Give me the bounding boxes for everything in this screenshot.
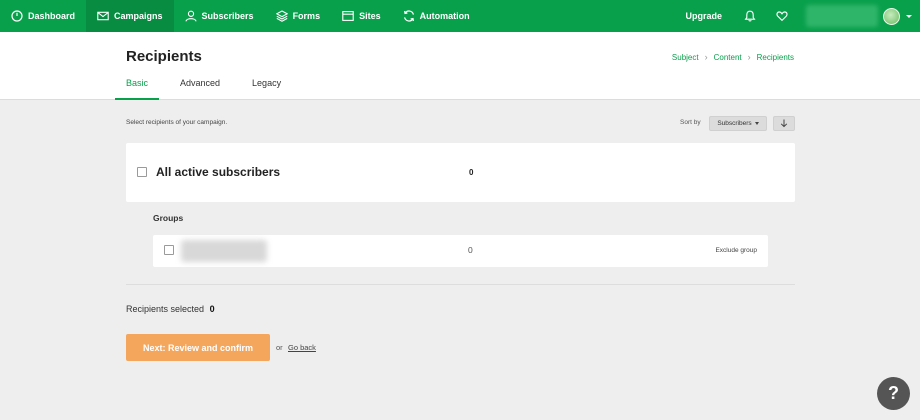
nav-campaigns-label: Campaigns — [114, 11, 163, 21]
bell-icon — [744, 10, 756, 22]
breadcrumb-recipients[interactable]: Recipients — [757, 53, 794, 62]
sort-direction-button[interactable] — [773, 116, 795, 131]
layers-icon — [275, 10, 288, 22]
top-nav: Dashboard Campaigns Subscribers Forms Si… — [0, 0, 920, 32]
group-checkbox[interactable] — [164, 245, 174, 255]
nav-dashboard[interactable]: Dashboard — [0, 0, 86, 32]
sort-label: Sort by — [680, 119, 701, 126]
breadcrumb-subject[interactable]: Subject — [672, 53, 699, 62]
user-icon — [184, 10, 197, 22]
all-subscribers-checkbox[interactable] — [137, 167, 147, 177]
tab-legacy[interactable]: Legacy — [252, 76, 281, 100]
group-row: 0 Exclude group — [153, 235, 768, 267]
chevron-down-icon — [906, 14, 912, 18]
help-button[interactable]: ? — [877, 377, 910, 410]
page-header: Recipients Subject › Content › Recipient… — [0, 32, 920, 100]
notifications-button[interactable] — [734, 0, 766, 32]
nav-right: Upgrade — [673, 0, 920, 32]
nav-forms[interactable]: Forms — [265, 0, 332, 32]
nav-subscribers-label: Subscribers — [201, 11, 254, 21]
avatar — [883, 7, 900, 25]
caret-down-icon — [754, 122, 759, 125]
recipients-selected: Recipients selected 0 — [126, 304, 215, 314]
divider — [126, 284, 795, 285]
nav-subscribers[interactable]: Subscribers — [174, 0, 265, 32]
nav-sites-label: Sites — [359, 11, 381, 21]
favorites-button[interactable] — [766, 0, 798, 32]
recipients-selected-label: Recipients selected — [126, 304, 205, 314]
arrow-down-icon — [780, 119, 788, 128]
group-name-redacted — [181, 240, 267, 262]
description-text: Select recipients of your campaign. — [126, 119, 228, 126]
chevron-right-icon: › — [704, 52, 708, 62]
tab-basic[interactable]: Basic — [114, 76, 160, 100]
recipients-selected-count: 0 — [209, 304, 215, 314]
group-count: 0 — [468, 245, 473, 255]
next-review-button[interactable]: Next: Review and confirm — [126, 334, 270, 361]
all-subscribers-label: All active subscribers — [156, 165, 281, 179]
exclude-group-link[interactable]: Exclude group — [715, 247, 757, 254]
chevron-right-icon: › — [747, 52, 751, 62]
tab-bar: Basic Advanced Legacy — [114, 76, 313, 100]
sort-dropdown[interactable]: Subscribers — [709, 116, 767, 131]
account-menu[interactable] — [802, 0, 920, 32]
nav-dashboard-label: Dashboard — [28, 11, 76, 21]
or-text: or — [276, 343, 283, 352]
upgrade-link[interactable]: Upgrade — [673, 11, 734, 21]
help-icon: ? — [888, 383, 899, 403]
browser-icon — [342, 11, 354, 21]
sort-value: Subscribers — [717, 120, 752, 127]
groups-heading: Groups — [153, 213, 184, 223]
mail-icon — [97, 11, 109, 21]
heart-icon — [776, 11, 788, 22]
tab-advanced[interactable]: Advanced — [180, 76, 220, 100]
breadcrumb-content[interactable]: Content — [714, 53, 742, 62]
all-subscribers-count: 0 — [469, 168, 474, 177]
dashboard-icon — [11, 10, 23, 22]
nav-sites[interactable]: Sites — [331, 0, 392, 32]
nav-automation[interactable]: Automation — [392, 0, 481, 32]
account-name-redacted — [806, 5, 878, 27]
go-back-link[interactable]: Go back — [288, 343, 316, 352]
page-title: Recipients — [126, 48, 202, 65]
nav-campaigns[interactable]: Campaigns — [86, 0, 174, 32]
sync-icon — [403, 10, 414, 22]
nav-forms-label: Forms — [292, 11, 321, 21]
nav-automation-label: Automation — [419, 11, 470, 21]
breadcrumb: Subject › Content › Recipients — [672, 52, 794, 62]
all-subscribers-card: All active subscribers 0 — [126, 143, 795, 202]
